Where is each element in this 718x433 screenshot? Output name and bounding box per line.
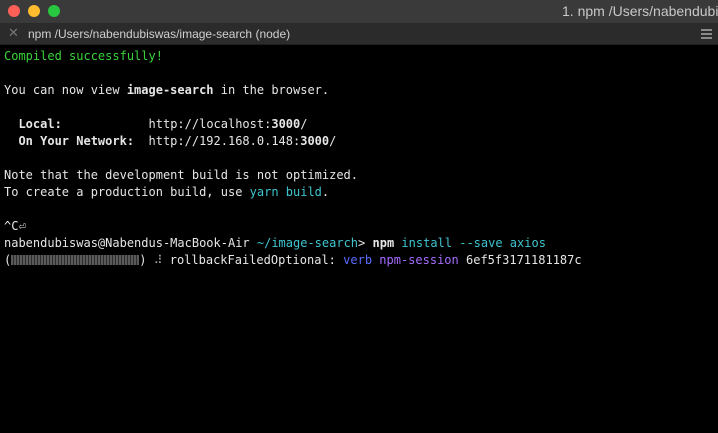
prompt-line: nabendubiswas@Nabendus-MacBook-Air ~/ima… bbox=[4, 236, 546, 250]
tab-label[interactable]: npm /Users/nabendubiswas/image-search (n… bbox=[28, 27, 290, 41]
log-level: verb bbox=[343, 253, 373, 267]
local-label: Local: bbox=[18, 117, 62, 131]
terminal-window: 1. npm /Users/nabendubis ✕ npm /Users/na… bbox=[0, 0, 718, 433]
progress-bar bbox=[11, 255, 140, 265]
production-line: To create a production build, use yarn b… bbox=[4, 185, 330, 199]
progress-line: () ⠼ rollbackFailedOptional: verb npm-se… bbox=[4, 253, 582, 267]
view-line: You can now view image-search in the bro… bbox=[4, 83, 330, 97]
close-window-button[interactable] bbox=[8, 5, 20, 17]
log-key: npm-session bbox=[379, 253, 459, 267]
prompt-user: nabendubiswas@Nabendus-MacBook-Air bbox=[4, 236, 250, 250]
interrupt-line: ^C⏎ bbox=[4, 219, 26, 233]
spinner-icon: ⠼ bbox=[153, 253, 163, 267]
command-name: npm bbox=[372, 236, 395, 250]
compiled-line: Compiled successfully! bbox=[4, 49, 163, 63]
close-tab-icon[interactable]: ✕ bbox=[8, 26, 19, 42]
yarn-build-command: yarn build bbox=[249, 185, 322, 199]
local-line: Local: http://localhost:3000/ bbox=[4, 116, 718, 133]
hamburger-icon[interactable] bbox=[701, 29, 712, 41]
note-line: Note that the development build is not o… bbox=[4, 168, 359, 182]
tab-bar: ✕ npm /Users/nabendubiswas/image-search … bbox=[0, 24, 718, 45]
prompt-directory: ~/image-search bbox=[256, 236, 359, 250]
minimize-window-button[interactable] bbox=[28, 5, 40, 17]
command-args: install --save axios bbox=[401, 236, 546, 250]
network-line: On Your Network: http://192.168.0.148:30… bbox=[4, 133, 718, 150]
maximize-window-button[interactable] bbox=[48, 5, 60, 17]
local-url[interactable]: http://localhost:3000/ bbox=[149, 117, 308, 131]
network-label: On Your Network: bbox=[18, 134, 135, 148]
app-name: image-search bbox=[126, 83, 214, 97]
progress-stage: rollbackFailedOptional: bbox=[169, 253, 336, 267]
session-id: 6ef5f3171181187c bbox=[466, 253, 582, 267]
window-title: 1. npm /Users/nabendubis bbox=[562, 3, 718, 19]
title-bar: 1. npm /Users/nabendubis bbox=[0, 0, 718, 24]
terminal-output[interactable]: Compiled successfully! You can now view … bbox=[0, 45, 718, 269]
network-url[interactable]: http://192.168.0.148:3000/ bbox=[149, 134, 337, 148]
